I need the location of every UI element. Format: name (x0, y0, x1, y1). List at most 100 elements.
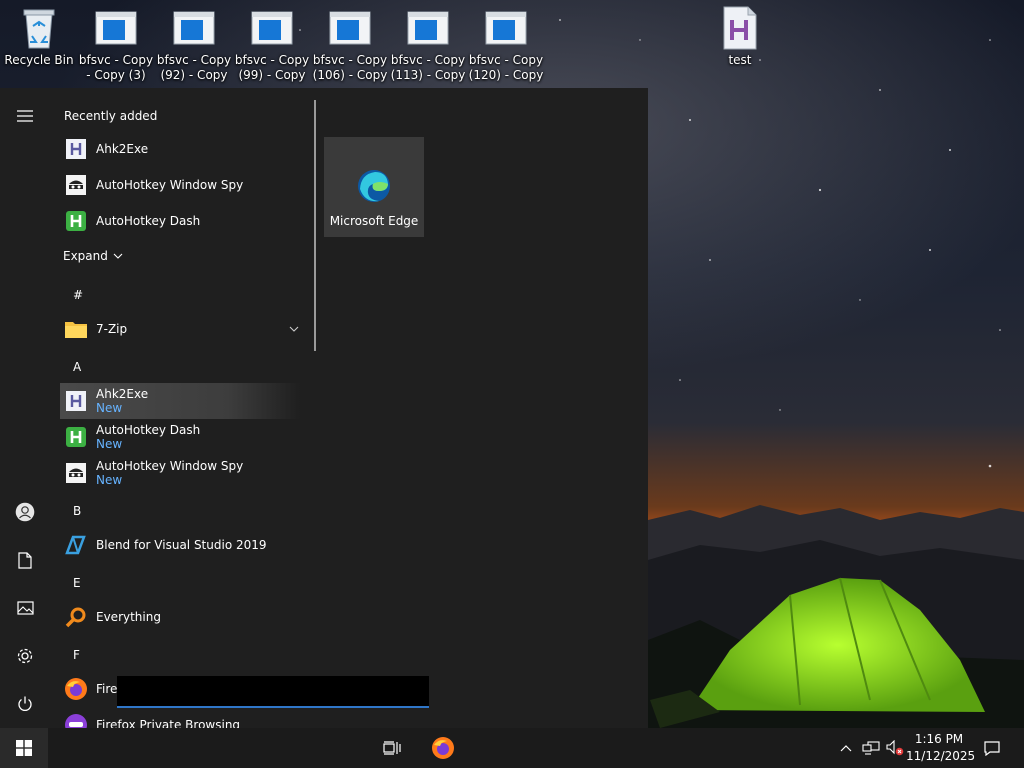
windows-logo-icon (16, 740, 32, 756)
recent-app-autohotkey-dash[interactable]: AutoHotkey Dash (60, 203, 300, 239)
desktop-icon-test[interactable]: test (702, 6, 778, 90)
volume-muted-icon (886, 740, 904, 756)
app-list: Recently added Ahk2Exe AutoHotkey Window… (50, 88, 315, 728)
app-name: 7-Zip (96, 322, 128, 336)
tile-microsoft-edge[interactable]: Microsoft Edge (324, 137, 424, 237)
tile-label: Microsoft Edge (329, 214, 419, 228)
network-icon (862, 741, 880, 755)
blend-icon (64, 533, 88, 557)
group-header-b[interactable]: B (73, 504, 81, 518)
group-header-hash[interactable]: # (73, 288, 83, 302)
group-header-a[interactable]: A (73, 360, 81, 374)
app-autohotkey-window-spy[interactable]: AutoHotkey Window Spy New (60, 455, 300, 491)
recent-app-ahk2exe[interactable]: Ahk2Exe (60, 131, 300, 167)
expand-recently-added-button[interactable]: Expand (63, 249, 123, 263)
application-window-icon (172, 6, 216, 50)
desktop-icon-bfsvc-copy-99[interactable]: bfsvc - Copy (99) - Copy (234, 6, 310, 90)
app-name: AutoHotkey Window Spy (96, 178, 244, 192)
recent-app-autohotkey-window-spy[interactable]: AutoHotkey Window Spy (60, 167, 300, 203)
desktop-icon-label: bfsvc - Copy (106) - Copy (312, 53, 388, 82)
application-window-icon (250, 6, 294, 50)
pictures-button[interactable] (0, 588, 50, 628)
microsoft-edge-icon (357, 169, 391, 206)
desktop-icon-label: bfsvc - Copy (92) - Copy (156, 53, 232, 82)
recently-added-heading: Recently added (64, 109, 158, 123)
app-name: Ahk2Exe (96, 142, 149, 156)
app-everything[interactable]: Everything (60, 599, 300, 635)
application-window-icon (484, 6, 528, 50)
app-list-scrollbar[interactable] (314, 100, 316, 351)
clock-date: 11/12/2025 (906, 749, 976, 763)
hamburger-menu-button[interactable] (0, 96, 50, 136)
app-ahk2exe[interactable]: Ahk2Exe New (60, 383, 300, 419)
action-center-button[interactable] (978, 728, 1006, 768)
desktop-icon-label: bfsvc - Copy (113) - Copy (390, 53, 466, 82)
new-badge: New (96, 400, 123, 415)
desktop-icon-bfsvc-copy-92[interactable]: bfsvc - Copy (92) - Copy (156, 6, 232, 90)
firefox-icon (432, 737, 454, 759)
volume-button[interactable] (884, 728, 906, 768)
ahk2exe-icon (64, 389, 88, 413)
app-name: Blend for Visual Studio 2019 (96, 538, 267, 552)
chevron-down-icon[interactable] (289, 326, 299, 332)
taskbar-clock[interactable]: 1:16 PM 11/12/2025 (906, 731, 976, 765)
desktop-icon-bfsvc-copy-106[interactable]: bfsvc - Copy (106) - Copy (312, 6, 388, 90)
app-name: Firefox Private Browsing (96, 718, 241, 728)
start-menu: Recently added Ahk2Exe AutoHotkey Window… (0, 88, 648, 728)
power-icon (18, 696, 32, 711)
new-badge: New (96, 472, 123, 487)
documents-icon (18, 551, 32, 569)
hamburger-menu-icon (17, 110, 33, 122)
desktop-icon-label: bfsvc - Copy - Copy (3) (78, 53, 154, 82)
start-button[interactable] (0, 728, 48, 768)
window-spy-icon (64, 461, 88, 485)
app-blend-for-visual-studio[interactable]: Blend for Visual Studio 2019 (60, 527, 300, 563)
recycle-bin-icon (17, 6, 61, 50)
desktop-icon-label: bfsvc - Copy (120) - Copy (468, 53, 544, 82)
ahk2exe-icon (64, 137, 88, 161)
user-icon (15, 502, 35, 522)
taskbar: 1:16 PM 11/12/2025 (0, 728, 1024, 768)
app-firefox-private-browsing[interactable]: Firefox Private Browsing (60, 707, 300, 728)
app-autohotkey-dash[interactable]: AutoHotkey Dash New (60, 419, 300, 455)
application-window-icon (94, 6, 138, 50)
desktop-icon-bfsvc-copy-3[interactable]: bfsvc - Copy - Copy (3) (78, 6, 154, 90)
taskbar-firefox-button[interactable] (423, 728, 463, 768)
application-window-icon (406, 6, 450, 50)
notifications-icon (984, 740, 1000, 756)
desktop-icon-bfsvc-copy-120[interactable]: bfsvc - Copy (120) - Copy (468, 6, 544, 90)
group-header-f[interactable]: F (73, 648, 80, 662)
firefox-icon (64, 677, 88, 701)
desktop-icon-label: bfsvc - Copy (99) - Copy (234, 53, 310, 82)
documents-button[interactable] (0, 540, 50, 580)
user-account-button[interactable] (0, 492, 50, 532)
firefox-private-icon (64, 713, 88, 728)
application-window-icon (328, 6, 372, 50)
settings-button[interactable] (0, 636, 50, 676)
app-name: AutoHotkey Dash (96, 214, 201, 228)
app-7-zip-folder[interactable]: 7-Zip (60, 311, 300, 347)
power-button[interactable] (0, 684, 50, 724)
app-name: Ahk2Exe (96, 386, 149, 401)
start-search-input[interactable] (117, 676, 429, 708)
network-button[interactable] (860, 728, 882, 768)
desktop-icon-bfsvc-copy-113[interactable]: bfsvc - Copy (113) - Copy (390, 6, 466, 90)
group-header-e[interactable]: E (73, 576, 81, 590)
desktop-icon-label: Recycle Bin (4, 53, 74, 67)
task-view-button[interactable] (372, 728, 412, 768)
app-name: AutoHotkey Dash (96, 422, 201, 437)
window-spy-icon (64, 173, 88, 197)
autohotkey-dash-icon (64, 425, 88, 449)
clock-time: 1:16 PM (914, 732, 964, 746)
folder-icon (64, 317, 88, 341)
chevron-up-icon (840, 744, 852, 751)
app-name: AutoHotkey Window Spy (96, 458, 244, 473)
autohotkey-script-icon (718, 6, 762, 50)
desktop-icon-label: test (728, 53, 752, 67)
settings-gear-icon (17, 648, 33, 664)
task-view-icon (383, 741, 401, 755)
show-hidden-icons-button[interactable] (836, 728, 856, 768)
desktop-icon-recycle-bin[interactable]: Recycle Bin (1, 6, 77, 90)
expand-label: Expand (63, 249, 108, 263)
magnifier-icon (64, 605, 88, 629)
